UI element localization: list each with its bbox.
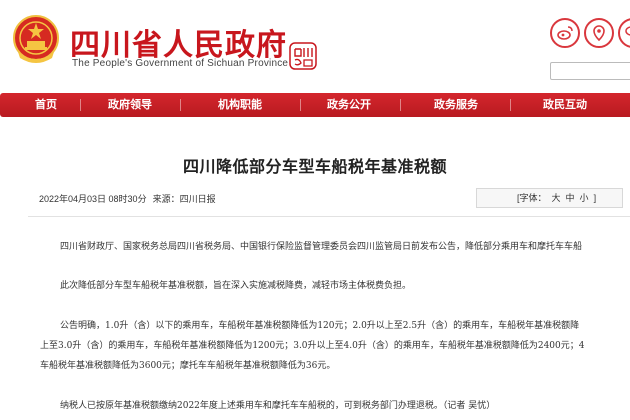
font-size-small-button[interactable]: 小 <box>580 193 589 203</box>
nav-item-home[interactable]: 首页 <box>22 93 70 117</box>
national-emblem-icon <box>12 14 60 66</box>
article-paragraph: 四川省财政厅、国家税务总局四川省税务局、中国银行保险监督管理委员会四川监管局日前… <box>60 242 583 252</box>
nav-item-functions[interactable]: 机构职能 <box>210 93 270 117</box>
article-title: 四川降低部分车型车船税年基准税额 <box>182 159 447 176</box>
article-meta: 2022年04月03日 08时30分 来源：四川日报 <box>39 192 222 205</box>
nav-divider <box>510 99 511 111</box>
divider <box>28 216 630 217</box>
font-size-control: [字体： 大中小] <box>476 188 623 208</box>
wechat-icon[interactable] <box>618 18 630 48</box>
nav-item-interaction[interactable]: 政民互动 <box>534 93 596 117</box>
site-header: 四川省人民政府 The People's Government of Sichu… <box>0 0 630 84</box>
nav-divider <box>180 99 181 111</box>
article-paragraph-line: 车船税年基准税额降低为3600元；摩托车车船税年基准税额降低为36元。 <box>40 361 336 371</box>
font-size-medium-button[interactable]: 中 <box>566 193 575 203</box>
sichuan-impression-seal-icon[interactable] <box>289 42 317 70</box>
site-subtitle: The People's Government of Sichuan Provi… <box>72 58 289 69</box>
nav-item-open-government[interactable]: 政务公开 <box>318 93 380 117</box>
weibo-icon[interactable] <box>550 18 580 48</box>
nav-divider <box>300 99 301 111</box>
nav-item-services[interactable]: 政务服务 <box>425 93 487 117</box>
pin-icon[interactable] <box>584 18 614 48</box>
font-size-bracket: ] <box>593 193 597 203</box>
font-size-label: [字体： <box>517 193 547 203</box>
article-paragraph: 此次降低部分车型车船税年基准税额，旨在深入实施减税降费，减轻市场主体税费负担。 <box>60 281 412 291</box>
article-paragraph: 公告明确，1.0升（含）以下的乘用车，车船税年基准税额降低为120元；2.0升以… <box>60 321 580 331</box>
nav-divider <box>80 99 81 111</box>
article-paragraph-line: 上至3.0升（含）的乘用车，车船税年基准税额降低为1200元；3.0升以上至4.… <box>40 341 585 351</box>
search-input[interactable] <box>550 62 630 80</box>
article-date: 2022年04月03日 08时30分 <box>39 194 147 204</box>
nav-divider <box>400 99 401 111</box>
font-size-large-button[interactable]: 大 <box>552 193 561 203</box>
nav-item-leaders[interactable]: 政府领导 <box>100 93 160 117</box>
article-paragraph: 纳税人已按原年基准税额缴纳2022年度上述乘用车和摩托车车船税的，可到税务部门办… <box>60 401 496 411</box>
article-source: 来源：四川日报 <box>152 194 216 204</box>
main-nav: 首页 政府领导 机构职能 政务公开 政务服务 政民互动 <box>0 93 630 117</box>
